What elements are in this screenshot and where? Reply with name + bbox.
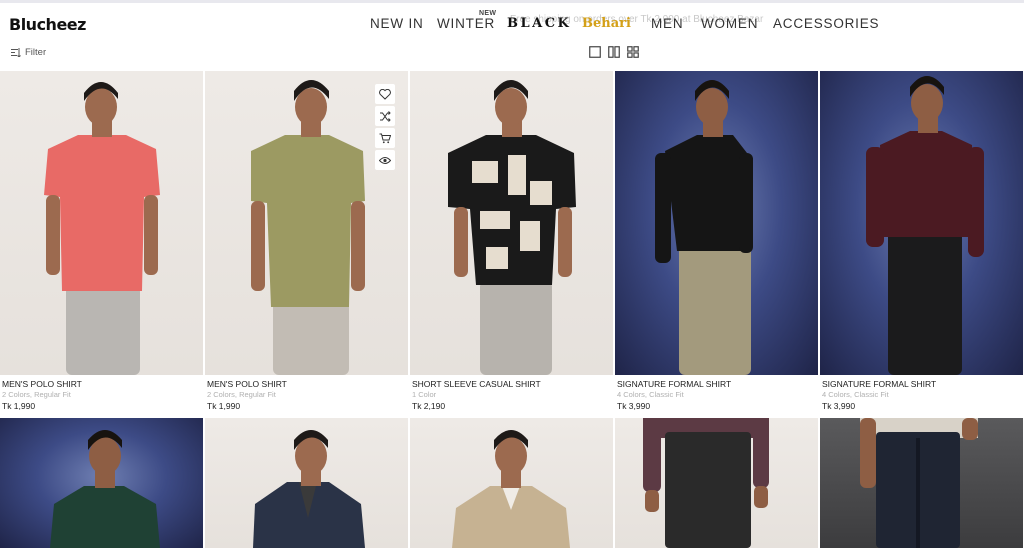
product-image[interactable] [0,71,203,375]
eye-icon [379,156,391,165]
product-name[interactable]: SIGNATURE FORMAL SHIRT [822,379,936,389]
model-figure [860,418,978,548]
product-info: MEN'S POLO SHIRT 2 Colors, Regular Fit T… [207,379,287,411]
nav-winter[interactable]: WINTER [437,16,495,31]
site-header: Blucheez Free shipping on orders over Tk… [0,3,1024,46]
model-figure [866,76,984,375]
product-price: Tk 1,990 [207,401,241,411]
add-to-cart-button[interactable] [375,128,395,148]
filter-button[interactable]: Filter [11,47,46,58]
product-info: SIGNATURE FORMAL SHIRT 4 Colors, Classic… [617,379,731,411]
model-figure [448,80,576,375]
model-figure [253,430,365,548]
heart-icon [379,88,391,100]
single-column-view-icon[interactable] [589,46,601,58]
product-name[interactable]: SIGNATURE FORMAL SHIRT [617,379,731,389]
product-variants: 4 Colors, Classic Fit [822,390,889,399]
product-image[interactable] [820,71,1023,375]
product-price: Tk 1,990 [2,401,36,411]
two-column-view-icon[interactable] [608,46,620,58]
nav-behari[interactable]: Behari [582,16,631,31]
product-name[interactable]: MEN'S POLO SHIRT [2,379,82,389]
compare-button[interactable] [375,106,395,126]
product-info: MEN'S POLO SHIRT 2 Colors, Regular Fit T… [2,379,82,411]
product-variants: 2 Colors, Regular Fit [2,390,71,399]
product-image[interactable] [615,418,818,548]
model-figure [655,80,753,375]
product-image[interactable] [615,71,818,375]
product-image[interactable] [0,418,203,548]
product-grid: MEN'S POLO SHIRT 2 Colors, Regular Fit T… [0,71,1024,548]
view-switcher [589,46,639,58]
product-name[interactable]: SHORT SLEEVE CASUAL SHIRT [412,379,541,389]
product-price: Tk 3,990 [617,401,651,411]
product-image[interactable] [205,418,408,548]
cart-icon [379,133,391,144]
model-figure [452,430,570,548]
product-image[interactable] [820,418,1023,548]
model-figure [44,82,160,375]
nav-women[interactable]: WOMEN [701,16,758,31]
wishlist-button[interactable] [375,84,395,104]
nav-new-in[interactable]: NEW IN [370,16,424,31]
new-badge: NEW [479,10,497,17]
product-image[interactable] [410,418,613,548]
model-figure [643,418,769,548]
product-price: Tk 3,990 [822,401,856,411]
product-variants: 1 Color [412,390,437,399]
product-info: SHORT SLEEVE CASUAL SHIRT 1 Color Tk 2,1… [412,379,541,411]
product-variants: 4 Colors, Classic Fit [617,390,684,399]
model-figure [50,430,160,548]
filter-icon [11,48,22,57]
product-price: Tk 2,190 [412,401,446,411]
product-variants: 2 Colors, Regular Fit [207,390,276,399]
grid-view-icon[interactable] [627,46,639,58]
nav-men[interactable]: MEN [651,16,683,31]
nav-accessories[interactable]: ACCESSORIES [773,16,879,31]
quick-actions [375,84,395,172]
listing-toolbar: Filter [0,46,1024,68]
quick-view-button[interactable] [375,150,395,170]
shuffle-icon [379,110,391,122]
product-info: SIGNATURE FORMAL SHIRT 4 Colors, Classic… [822,379,936,411]
filter-label: Filter [25,47,47,58]
product-image[interactable] [410,71,613,375]
nav-black[interactable]: BLACK [507,16,571,31]
product-name[interactable]: MEN'S POLO SHIRT [207,379,287,389]
brand-logo[interactable]: Blucheez [9,15,86,34]
